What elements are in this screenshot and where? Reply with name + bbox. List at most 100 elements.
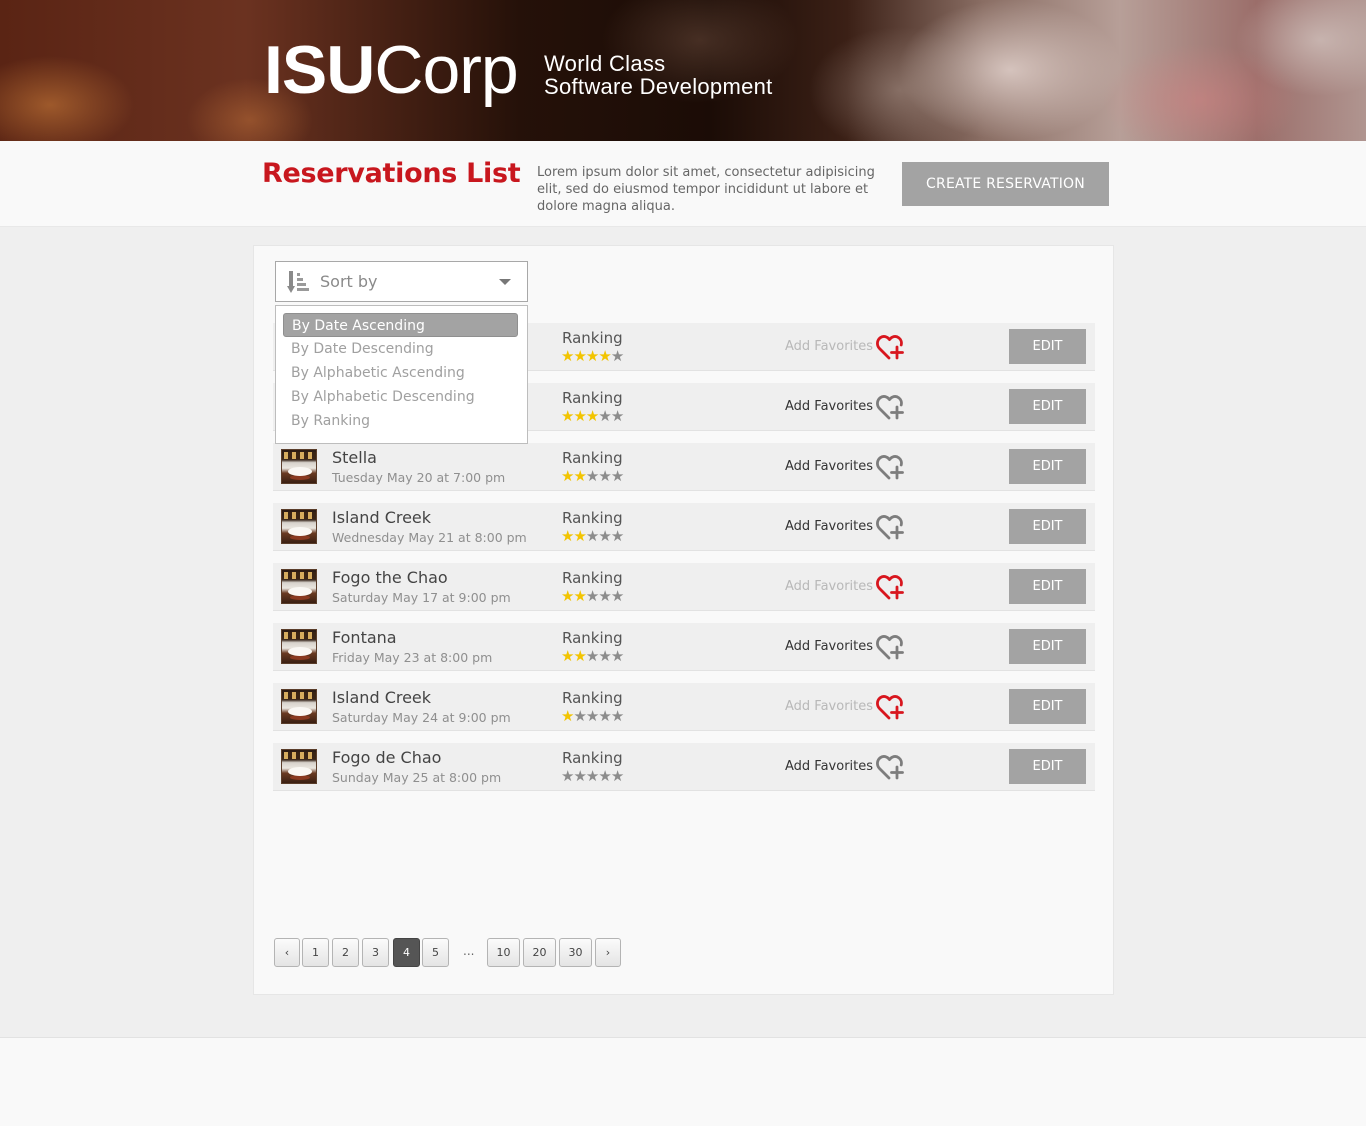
sort-label: Sort by — [320, 272, 378, 291]
ranking-label: Ranking — [562, 629, 623, 647]
star-icon: ★ — [573, 587, 586, 605]
edit-button[interactable]: EDIT — [1009, 509, 1086, 544]
restaurant-name: Fontana — [332, 628, 397, 647]
star-rating: ★★★★★ — [561, 347, 624, 365]
add-favorites-label: Add Favorites — [785, 579, 874, 594]
pagination-page-button[interactable]: 2 — [332, 938, 359, 967]
pagination-page-button[interactable]: 4 — [393, 938, 420, 967]
star-icon: ★ — [610, 527, 624, 545]
page-title: Reservations List — [262, 158, 521, 189]
ranking-label: Ranking — [562, 569, 623, 587]
ranking-label: Ranking — [562, 749, 623, 767]
star-icon: ★ — [561, 467, 574, 485]
reservation-row: Fogo the Chao Saturday May 17 at 9:00 pm R… — [273, 563, 1095, 611]
star-icon: ★ — [610, 647, 624, 665]
sort-option[interactable]: By Ranking — [283, 409, 518, 433]
star-icon: ★ — [573, 707, 586, 725]
star-rating: ★★★★★ — [561, 647, 624, 665]
ranking-label: Ranking — [562, 509, 623, 527]
reservation-row: Fogo de Chao Sunday May 25 at 8:00 pm Rank… — [273, 743, 1095, 791]
heart-plus-icon[interactable] — [876, 572, 905, 601]
heart-plus-icon[interactable] — [876, 752, 905, 781]
page-description: Lorem ipsum dolor sit amet, consectetur … — [537, 165, 875, 214]
sort-option[interactable]: By Alphabetic Ascending — [283, 361, 518, 385]
star-icon: ★ — [585, 407, 599, 425]
star-icon: ★ — [598, 407, 611, 425]
star-rating: ★★★★★ — [561, 767, 624, 785]
heart-plus-icon[interactable] — [876, 332, 905, 361]
star-icon: ★ — [585, 347, 599, 365]
reservation-row: Island Creek Wednesday May 21 at 8:00 pm R… — [273, 503, 1095, 551]
star-icon: ★ — [573, 467, 586, 485]
sort-option[interactable]: By Date Ascending — [283, 313, 518, 337]
heart-plus-icon[interactable] — [876, 392, 905, 421]
pagination-prev-button[interactable]: ‹ — [274, 938, 300, 967]
heart-plus-icon[interactable] — [876, 632, 905, 661]
star-icon: ★ — [561, 527, 574, 545]
star-icon: ★ — [561, 647, 574, 665]
restaurant-thumbnail — [281, 449, 317, 484]
heart-plus-icon[interactable] — [876, 692, 905, 721]
add-favorites-label: Add Favorites — [785, 399, 874, 414]
edit-button[interactable]: EDIT — [1009, 749, 1086, 784]
reservation-row: Stella Tuesday May 20 at 7:00 pm Ranking ★★… — [273, 443, 1095, 491]
reservation-date: Saturday May 24 at 9:00 pm — [332, 710, 511, 725]
sort-descending-icon — [287, 270, 309, 294]
star-icon: ★ — [598, 527, 611, 545]
pagination-page-button[interactable]: 20 — [523, 938, 556, 967]
pagination-page-button[interactable]: 5 — [422, 938, 449, 967]
star-rating: ★★★★★ — [561, 467, 624, 485]
reservation-row: Island Creek Saturday May 24 at 9:00 pm Ra… — [273, 683, 1095, 731]
edit-button[interactable]: EDIT — [1009, 329, 1086, 364]
reservation-date: Friday May 23 at 8:00 pm — [332, 650, 493, 665]
star-icon: ★ — [561, 707, 574, 725]
edit-button[interactable]: EDIT — [1009, 569, 1086, 604]
restaurant-name: Stella — [332, 448, 377, 467]
sort-dropdown[interactable]: Sort by — [275, 261, 528, 302]
pagination-page-button[interactable]: 3 — [362, 938, 389, 967]
star-icon: ★ — [585, 707, 599, 725]
heart-plus-icon[interactable] — [876, 452, 905, 481]
pagination-page-button[interactable]: 30 — [559, 938, 592, 967]
star-icon: ★ — [610, 767, 624, 785]
heart-plus-icon[interactable] — [876, 512, 905, 541]
pagination-page-button[interactable]: 10 — [487, 938, 520, 967]
add-favorites-label: Add Favorites — [785, 639, 874, 654]
star-icon: ★ — [573, 767, 586, 785]
add-favorites-label: Add Favorites — [785, 339, 874, 354]
star-icon: ★ — [585, 587, 599, 605]
logo: ISUCorp — [264, 30, 519, 110]
edit-button[interactable]: EDIT — [1009, 449, 1086, 484]
star-icon: ★ — [610, 407, 624, 425]
restaurant-thumbnail — [281, 749, 317, 784]
star-icon: ★ — [598, 467, 611, 485]
tagline-line-1: World Class — [544, 51, 666, 76]
tagline: World Class Software Development — [544, 52, 773, 98]
star-icon: ★ — [598, 587, 611, 605]
edit-button[interactable]: EDIT — [1009, 389, 1086, 424]
star-icon: ★ — [598, 647, 611, 665]
star-icon: ★ — [585, 527, 599, 545]
star-icon: ★ — [610, 587, 624, 605]
star-rating: ★★★★★ — [561, 407, 624, 425]
reservation-row: Fontana Friday May 23 at 8:00 pm Ranking ★★… — [273, 623, 1095, 671]
star-icon: ★ — [598, 767, 611, 785]
edit-button[interactable]: EDIT — [1009, 629, 1086, 664]
title-bar: Reservations List Lorem ipsum dolor sit … — [0, 141, 1366, 227]
edit-button[interactable]: EDIT — [1009, 689, 1086, 724]
pagination-page-button[interactable]: 1 — [302, 938, 329, 967]
star-icon: ★ — [573, 647, 586, 665]
sort-option[interactable]: By Date Descending — [283, 337, 518, 361]
restaurant-thumbnail — [281, 569, 317, 604]
add-favorites-label: Add Favorites — [785, 519, 874, 534]
star-rating: ★★★★★ — [561, 707, 624, 725]
add-favorites-label: Add Favorites — [785, 699, 874, 714]
star-icon: ★ — [585, 467, 599, 485]
chevron-down-icon — [499, 278, 511, 285]
sort-option[interactable]: By Alphabetic Descending — [283, 385, 518, 409]
reservation-date: Wednesday May 21 at 8:00 pm — [332, 530, 527, 545]
create-reservation-button[interactable]: CREATE RESERVATION — [902, 162, 1109, 206]
pagination-next-button[interactable]: › — [595, 938, 621, 967]
reservation-date: Saturday May 17 at 9:00 pm — [332, 590, 511, 605]
star-icon: ★ — [610, 467, 624, 485]
